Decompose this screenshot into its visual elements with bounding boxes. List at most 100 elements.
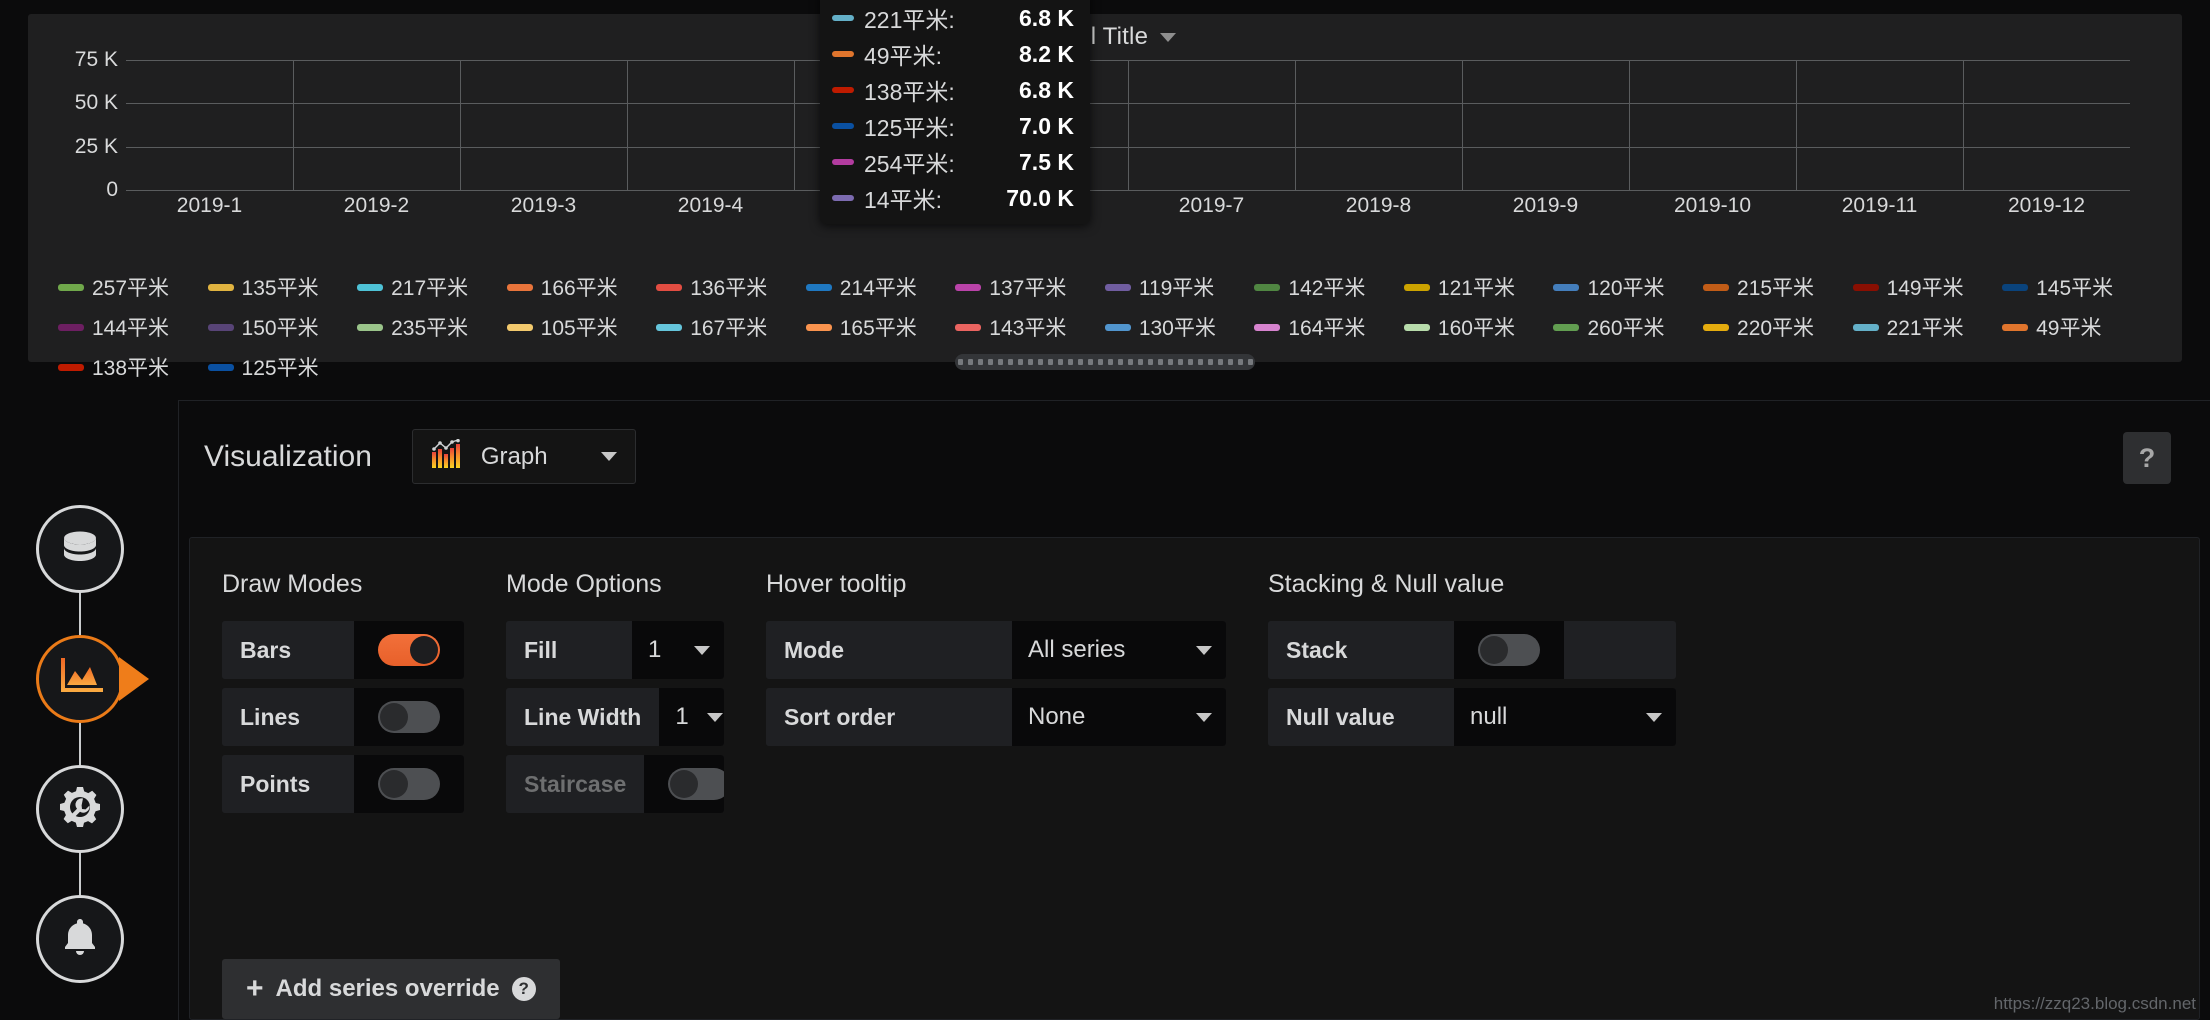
legend-item[interactable]: 125平米	[208, 352, 358, 382]
toggle-lines-track	[378, 701, 440, 733]
legend-item[interactable]: 221平米	[1853, 312, 2003, 342]
select-tooltip-mode[interactable]: All series	[1012, 621, 1226, 679]
graph-icon	[431, 439, 465, 474]
legend-item[interactable]: 130平米	[1105, 312, 1255, 342]
select-null-value[interactable]: null	[1454, 688, 1676, 746]
x-axis-tick: 2019-9	[1513, 194, 1578, 218]
legend-item[interactable]: 137平米	[955, 272, 1105, 302]
legend-item-label: 119平米	[1139, 272, 1214, 302]
options-sections: Draw Modes Bars Lines	[190, 570, 2199, 822]
legend-item[interactable]: 220平米	[1703, 312, 1853, 342]
panel-resize-handle[interactable]	[955, 354, 1255, 370]
select-line-width[interactable]: 1	[659, 688, 724, 746]
legend-item-label: 144平米	[92, 312, 169, 342]
legend-item-label: 149平米	[1887, 272, 1964, 302]
option-label-points: Points	[222, 755, 354, 813]
tooltip-series-name: 49平米:	[864, 37, 942, 71]
legend-item[interactable]: 214平米	[806, 272, 956, 302]
legend-item-label: 164平米	[1288, 312, 1365, 342]
select-fill[interactable]: 1	[632, 621, 724, 679]
legend-item-label: 167平米	[690, 312, 767, 342]
legend-item[interactable]: 121平米	[1404, 272, 1554, 302]
help-circle-icon: ?	[512, 977, 536, 1001]
legend-item[interactable]: 215平米	[1703, 272, 1853, 302]
legend-item[interactable]: 217平米	[357, 272, 507, 302]
toggle-stack-track	[1478, 634, 1540, 666]
rail-item-visualization[interactable]	[36, 635, 124, 723]
legend-color-swatch	[806, 324, 832, 331]
section-draw-modes: Draw Modes Bars Lines	[222, 570, 464, 822]
toggle-bars[interactable]	[354, 621, 464, 679]
add-series-override-label: Add series override	[276, 975, 500, 1003]
gridline-vertical	[293, 60, 294, 190]
legend-item-label: 215平米	[1737, 272, 1814, 302]
grip-dot	[1128, 359, 1133, 365]
grip-dot	[1038, 359, 1043, 365]
grip-dot	[1218, 359, 1223, 365]
legend-item[interactable]: 143平米	[955, 312, 1105, 342]
legend-item[interactable]: 150平米	[208, 312, 358, 342]
legend-item[interactable]: 136平米	[656, 272, 806, 302]
toggle-points[interactable]	[354, 755, 464, 813]
select-sort-order[interactable]: None	[1012, 688, 1226, 746]
chevron-down-icon	[1160, 33, 1176, 42]
select-fill-value: 1	[648, 636, 661, 664]
grip-dot	[1068, 359, 1073, 365]
legend-color-swatch	[1553, 324, 1579, 331]
rail-item-queries[interactable]	[36, 505, 124, 593]
legend-item[interactable]: 257平米	[58, 272, 208, 302]
legend-item[interactable]: 166平米	[507, 272, 657, 302]
add-series-override-button[interactable]: + Add series override ?	[222, 959, 560, 1019]
editor-header: Visualization	[179, 401, 2210, 484]
legend-item-label: 160平米	[1438, 312, 1515, 342]
legend-item[interactable]: 120平米	[1553, 272, 1703, 302]
legend-item[interactable]: 138平米	[58, 352, 208, 382]
toggle-stack[interactable]	[1454, 621, 1564, 679]
legend-item[interactable]: 165平米	[806, 312, 956, 342]
tooltip-row: 49平米:8.2 K	[832, 36, 1074, 72]
rail-item-general[interactable]	[36, 765, 124, 853]
legend-item[interactable]: 135平米	[208, 272, 358, 302]
legend-item-label: 257平米	[92, 272, 169, 302]
legend-item[interactable]: 167平米	[656, 312, 806, 342]
toggle-staircase[interactable]	[644, 755, 724, 813]
legend-item[interactable]: 49平米	[2002, 312, 2152, 342]
legend-item[interactable]: 105平米	[507, 312, 657, 342]
toggle-lines[interactable]	[354, 688, 464, 746]
gridline-vertical	[460, 60, 461, 190]
legend-item[interactable]: 119平米	[1105, 272, 1255, 302]
select-sort-order-value: None	[1028, 703, 1085, 731]
legend-item[interactable]: 149平米	[1853, 272, 2003, 302]
x-axis-tick: 2019-4	[678, 194, 743, 218]
plus-icon: +	[246, 977, 264, 1001]
chevron-down-icon	[1646, 713, 1662, 722]
option-staircase: Staircase	[506, 755, 724, 813]
legend-item[interactable]: 144平米	[58, 312, 208, 342]
tooltip-series-value: 6.8 K	[1019, 5, 1074, 32]
editor-help-button[interactable]: ?	[2123, 432, 2171, 484]
visualization-label: Visualization	[204, 440, 372, 474]
toggle-bars-track	[378, 634, 440, 666]
grip-dot	[1008, 359, 1013, 365]
x-axis: 2019-12019-22019-32019-42019-52019-62019…	[126, 194, 2130, 228]
panel-editor: Visualization	[178, 400, 2210, 1020]
legend-item[interactable]: 160平米	[1404, 312, 1554, 342]
tooltip-color-swatch	[832, 51, 854, 57]
visualization-type-picker[interactable]: Graph	[412, 429, 636, 484]
legend-item[interactable]: 260平米	[1553, 312, 1703, 342]
legend-item[interactable]: 164平米	[1254, 312, 1404, 342]
gridline-vertical	[794, 60, 795, 190]
gridline-vertical	[1629, 60, 1630, 190]
legend-color-swatch	[1853, 324, 1879, 331]
legend-item[interactable]: 235平米	[357, 312, 507, 342]
tooltip-series-value: 7.0 K	[1019, 113, 1074, 140]
gridline-vertical	[1462, 60, 1463, 190]
toggle-staircase-track	[668, 768, 724, 800]
legend-item[interactable]: 145平米	[2002, 272, 2152, 302]
legend-item[interactable]: 142平米	[1254, 272, 1404, 302]
x-axis-tick: 2019-11	[1842, 194, 1918, 218]
y-axis: 025 K50 K75 K	[28, 60, 126, 210]
x-axis-tick: 2019-1	[177, 194, 242, 218]
tooltip-series-name: 254平米:	[864, 145, 955, 179]
rail-item-alert[interactable]	[36, 895, 124, 983]
